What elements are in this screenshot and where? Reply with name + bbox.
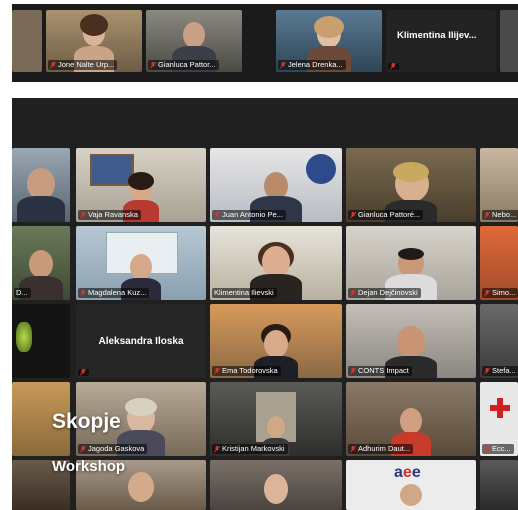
mic-muted-icon [214, 367, 220, 375]
gallery-grid: Vaja Ravanska Juan Antonio Pe... Gianluc… [12, 98, 518, 510]
participant-tile[interactable]: Jelena Drenka... [276, 10, 382, 72]
participant-tile[interactable]: Gianluca Pattor... [146, 10, 242, 72]
workshop-subtitle: Workshop [52, 458, 126, 475]
participant-tile[interactable] [12, 10, 42, 72]
participant-name: Simo... [492, 288, 516, 297]
participant-tile[interactable]: Gianluca Pattoré... [346, 148, 476, 222]
mic-muted-icon [350, 367, 356, 375]
participant-name: Gianluca Pattor... [158, 60, 216, 69]
mic-muted-icon [214, 445, 220, 453]
participant-tile[interactable] [480, 460, 518, 510]
participant-name: Adhurim Daut... [358, 444, 411, 453]
participant-name: Nebo... [492, 210, 517, 219]
mic-muted-icon [484, 289, 490, 297]
workshop-title: Skopje [52, 410, 121, 433]
participant-tile[interactable]: CONTS Impact [346, 304, 476, 378]
participant-tile[interactable] [12, 148, 70, 222]
mic-muted-icon [280, 61, 286, 69]
participant-name: Vaja Ravanska [88, 210, 138, 219]
participant-name: Ecc... [492, 444, 511, 453]
participant-name: CONTS Impact [358, 366, 409, 375]
participant-name: Kristijan Markovski [222, 444, 285, 453]
top-video-strip: Jone Nalte Urp... Gianluca Pattor... Jel… [12, 4, 518, 82]
mic-muted-icon [390, 63, 396, 70]
mic-muted-icon [80, 211, 86, 219]
featured-participant-name: Klimentina Ilijev... [397, 30, 477, 41]
participant-tile-name-only[interactable]: Aleksandra Iloska [76, 304, 206, 378]
participant-name: Juan Antonio Pe... [222, 210, 283, 219]
participant-tile[interactable]: Ecc... [480, 382, 518, 456]
participant-tile[interactable]: Jone Nalte Urp... [46, 10, 142, 72]
participant-tile[interactable] [500, 10, 518, 72]
participant-tile[interactable]: Dejan Dejčinovski [346, 226, 476, 300]
mic-muted-icon [214, 211, 220, 219]
participant-name: Aleksandra Iloska [98, 335, 184, 347]
mic-muted-icon [150, 61, 156, 69]
participant-tile[interactable]: Nebo... [480, 148, 518, 222]
participant-tile[interactable]: aee [346, 460, 476, 510]
participant-tile[interactable] [210, 460, 342, 510]
mic-muted-icon [350, 289, 356, 297]
mic-muted-icon [50, 61, 56, 69]
participant-tile[interactable]: Magdalena Kuz... [76, 226, 206, 300]
participant-tile[interactable]: D... [12, 226, 70, 300]
participant-tile[interactable]: Vaja Ravanska [76, 148, 206, 222]
participant-name: Ema Todorovska [222, 366, 278, 375]
participant-tile[interactable]: Adhurim Daut... [346, 382, 476, 456]
participant-tile[interactable]: Simo... [480, 226, 518, 300]
mic-muted-icon [484, 367, 490, 375]
participant-name: Jone Nalte Urp... [58, 60, 115, 69]
participant-name: Jelena Drenka... [288, 60, 343, 69]
participant-name: Klimentina Ilievski [214, 288, 274, 297]
mic-muted-icon [80, 289, 86, 297]
mic-muted-icon [484, 445, 490, 453]
mic-muted-icon [484, 211, 490, 219]
mic-muted-icon [80, 369, 86, 376]
participant-name: Magdalena Kuz... [88, 288, 147, 297]
divider [0, 82, 518, 98]
participant-tile[interactable]: Ema Todorovska [210, 304, 342, 378]
participant-tile-name-only[interactable] [386, 10, 496, 72]
active-speaker-tile[interactable]: Klimentina Ilievski [210, 226, 342, 300]
participant-tile[interactable]: Juan Antonio Pe... [210, 148, 342, 222]
participant-name: Gianluca Pattoré... [358, 210, 421, 219]
mic-muted-icon [350, 445, 356, 453]
participant-name: D... [16, 288, 28, 297]
participant-tile[interactable]: Stefa... [480, 304, 518, 378]
participant-name: Jagoda Gaskova [88, 444, 145, 453]
mic-muted-icon [80, 445, 86, 453]
participant-tile[interactable] [12, 304, 70, 378]
participant-name: Stefa... [492, 366, 516, 375]
mic-muted-icon [350, 211, 356, 219]
participant-name: Dejan Dejčinovski [358, 288, 418, 297]
participant-tile[interactable]: Kristijan Markovski [210, 382, 342, 456]
